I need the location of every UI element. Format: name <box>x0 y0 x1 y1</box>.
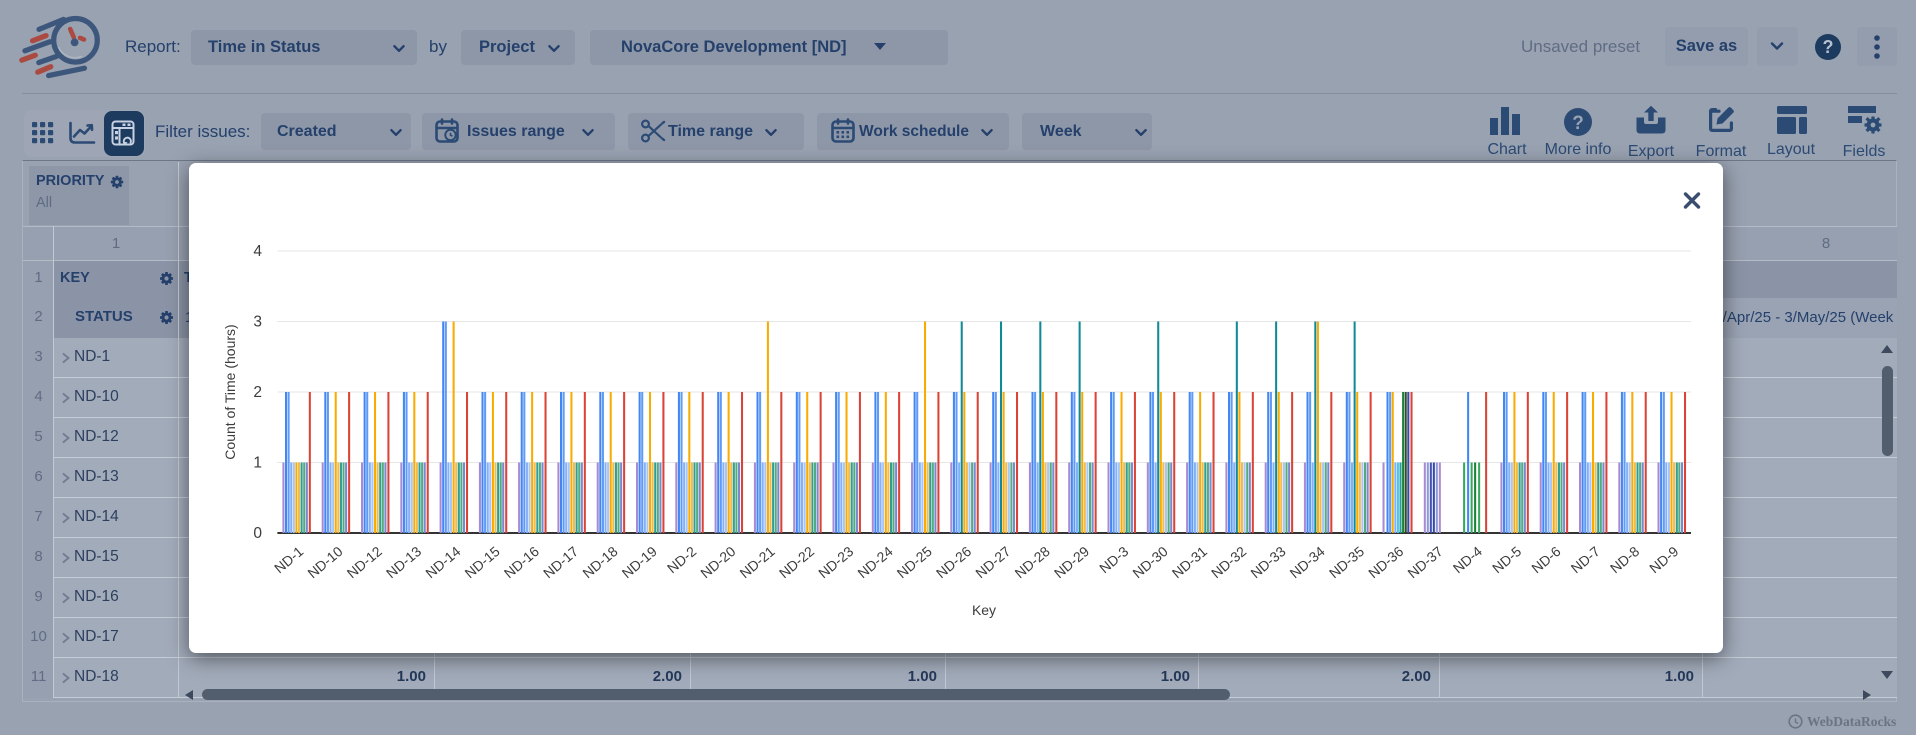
svg-text:ND-23: ND-23 <box>815 543 856 581</box>
svg-text:?: ? <box>1572 113 1584 134</box>
svg-text:Key: Key <box>972 602 996 618</box>
svg-text:ND-15: ND-15 <box>461 543 502 581</box>
svg-text:ND-25: ND-25 <box>893 543 934 581</box>
svg-text:Count of Time (hours): Count of Time (hours) <box>222 324 238 459</box>
svg-text:ND-12: ND-12 <box>343 543 384 581</box>
svg-text:ND-20: ND-20 <box>697 543 738 581</box>
svg-text:ND-21: ND-21 <box>736 543 777 581</box>
svg-text:ND-18: ND-18 <box>579 543 620 581</box>
svg-text:ND-5: ND-5 <box>1489 543 1524 576</box>
svg-text:ND-28: ND-28 <box>1011 543 1052 581</box>
svg-text:ND-29: ND-29 <box>1050 543 1091 581</box>
svg-text:ND-19: ND-19 <box>618 543 659 581</box>
svg-text:ND-27: ND-27 <box>972 543 1013 581</box>
svg-text:ND-36: ND-36 <box>1365 543 1406 581</box>
svg-text:ND-22: ND-22 <box>775 543 816 581</box>
svg-text:0: 0 <box>253 525 262 542</box>
svg-text:ND-31: ND-31 <box>1168 543 1209 581</box>
svg-text:ND-1: ND-1 <box>271 543 306 576</box>
svg-text:ND-9: ND-9 <box>1646 543 1681 576</box>
svg-text:ND-14: ND-14 <box>422 543 463 581</box>
svg-text:ND-34: ND-34 <box>1286 543 1327 581</box>
svg-text:ND-32: ND-32 <box>1208 543 1249 581</box>
svg-text:ND-35: ND-35 <box>1325 543 1366 581</box>
svg-text:ND-16: ND-16 <box>500 543 541 581</box>
svg-text:ND-13: ND-13 <box>383 543 424 581</box>
svg-text:4: 4 <box>253 243 262 260</box>
svg-text:ND-30: ND-30 <box>1129 543 1170 581</box>
svg-text:ND-17: ND-17 <box>540 543 581 581</box>
svg-text:ND-7: ND-7 <box>1567 543 1602 576</box>
svg-text:ND-10: ND-10 <box>304 543 345 581</box>
svg-text:ND-26: ND-26 <box>933 543 974 581</box>
svg-text:ND-8: ND-8 <box>1607 543 1642 576</box>
svg-text:1: 1 <box>253 455 262 472</box>
svg-text:ND-33: ND-33 <box>1247 543 1288 581</box>
svg-text:ND-6: ND-6 <box>1528 543 1563 576</box>
svg-text:ND-4: ND-4 <box>1449 543 1484 576</box>
svg-text:2: 2 <box>253 384 262 401</box>
svg-text:ND-37: ND-37 <box>1404 543 1445 581</box>
svg-text:ND-3: ND-3 <box>1096 543 1131 576</box>
svg-text:ND-2: ND-2 <box>664 543 699 576</box>
svg-text:?: ? <box>1823 37 1834 57</box>
svg-text:3: 3 <box>253 314 262 331</box>
svg-text:ND-24: ND-24 <box>854 543 895 581</box>
